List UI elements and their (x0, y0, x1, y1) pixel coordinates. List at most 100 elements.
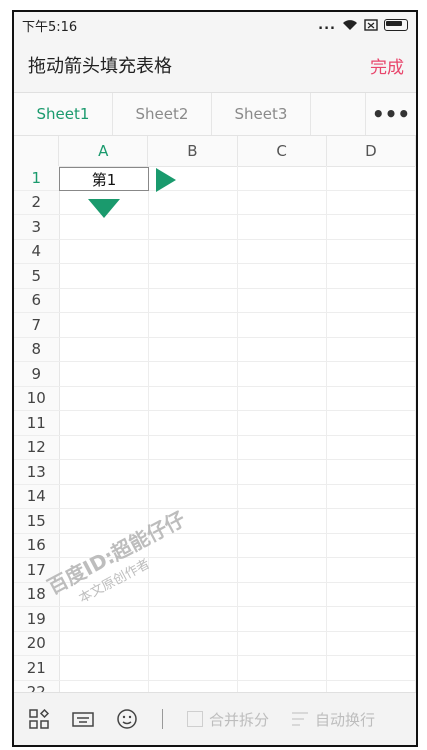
grid-cell[interactable] (238, 607, 327, 631)
grid-cell[interactable] (327, 533, 416, 557)
tab-sheet1[interactable]: Sheet1 (14, 93, 113, 135)
grid-cell[interactable] (327, 166, 416, 190)
grid-cell[interactable] (327, 582, 416, 606)
grid-cell[interactable] (149, 656, 238, 680)
grid-cell[interactable] (149, 411, 238, 435)
grid-cell[interactable] (238, 190, 327, 214)
grid-cell[interactable] (60, 509, 149, 533)
grid-cell[interactable] (327, 239, 416, 263)
row-header[interactable]: 1 (14, 166, 60, 190)
grid-cell[interactable] (327, 386, 416, 410)
row-header[interactable]: 13 (14, 460, 60, 484)
grid-cell[interactable] (327, 558, 416, 582)
spreadsheet-grid[interactable]: A B C D 1 2 3 4 5 6 7 8 9 10 11 12 13 14 15 16 17 18 19 20 2… (14, 136, 416, 696)
grid-cell[interactable] (60, 411, 149, 435)
grid-apps-icon[interactable] (28, 708, 50, 730)
grid-cell[interactable] (238, 631, 327, 655)
grid-cell[interactable] (327, 313, 416, 337)
row-header[interactable]: 10 (14, 386, 60, 410)
column-header-c[interactable]: C (238, 136, 327, 166)
grid-cell[interactable] (149, 288, 238, 312)
grid-cell[interactable] (327, 362, 416, 386)
grid-cell[interactable] (60, 215, 149, 239)
grid-cell[interactable] (327, 411, 416, 435)
row-header[interactable]: 16 (14, 533, 60, 557)
row-header[interactable]: 18 (14, 582, 60, 606)
grid-cell[interactable] (60, 288, 149, 312)
grid-cell[interactable] (149, 215, 238, 239)
grid-cell[interactable] (149, 509, 238, 533)
emoji-face-icon[interactable] (116, 708, 138, 730)
grid-cell[interactable] (327, 435, 416, 459)
grid-cell[interactable] (149, 313, 238, 337)
grid-cell[interactable] (149, 386, 238, 410)
grid-cell[interactable] (60, 460, 149, 484)
grid-cell[interactable] (238, 656, 327, 680)
grid-cell[interactable] (60, 607, 149, 631)
grid-cell[interactable] (60, 264, 149, 288)
row-header[interactable]: 14 (14, 484, 60, 508)
grid-cell[interactable] (327, 607, 416, 631)
grid-cell[interactable] (327, 631, 416, 655)
grid-cell[interactable] (60, 558, 149, 582)
grid-cell[interactable] (60, 435, 149, 459)
grid-cell[interactable] (327, 215, 416, 239)
merge-split-button[interactable]: 合并拆分 (187, 709, 269, 730)
grid-cell[interactable] (238, 337, 327, 361)
tab-sheet2[interactable]: Sheet2 (113, 93, 212, 135)
grid-cell[interactable] (238, 484, 327, 508)
grid-cell[interactable] (149, 190, 238, 214)
grid-cell[interactable] (60, 313, 149, 337)
grid-cell[interactable] (238, 509, 327, 533)
row-header[interactable]: 20 (14, 631, 60, 655)
grid-corner[interactable] (14, 136, 60, 166)
grid-cell[interactable] (149, 264, 238, 288)
grid-cell[interactable] (238, 288, 327, 312)
row-header[interactable]: 4 (14, 239, 60, 263)
row-header[interactable]: 2 (14, 190, 60, 214)
column-header-d[interactable]: D (327, 136, 416, 166)
grid-cell[interactable] (60, 631, 149, 655)
grid-cell[interactable] (60, 337, 149, 361)
grid-cell[interactable] (149, 239, 238, 263)
grid-cell[interactable] (238, 435, 327, 459)
done-button[interactable]: 完成 (370, 53, 404, 78)
grid-cell[interactable] (238, 582, 327, 606)
more-sheets-button[interactable]: ••• (366, 93, 416, 135)
grid-cell[interactable] (238, 362, 327, 386)
grid-cell[interactable] (327, 509, 416, 533)
grid-cell[interactable] (238, 558, 327, 582)
grid-cell[interactable] (238, 386, 327, 410)
grid-cell[interactable] (238, 533, 327, 557)
fill-down-arrow-icon[interactable] (88, 199, 120, 218)
grid-cell[interactable] (149, 337, 238, 361)
grid-cell[interactable] (149, 607, 238, 631)
grid-cell[interactable] (327, 484, 416, 508)
row-header[interactable]: 15 (14, 509, 60, 533)
grid-cell[interactable] (149, 484, 238, 508)
grid-cell[interactable] (60, 533, 149, 557)
grid-cell[interactable] (238, 460, 327, 484)
grid-cell[interactable] (327, 337, 416, 361)
grid-cell[interactable] (149, 460, 238, 484)
grid-cell[interactable] (149, 435, 238, 459)
row-header[interactable]: 7 (14, 313, 60, 337)
keyboard-icon[interactable] (72, 708, 94, 730)
tab-sheet3[interactable]: Sheet3 (212, 93, 311, 135)
fill-right-arrow-icon[interactable] (156, 168, 176, 192)
column-header-b[interactable]: B (148, 136, 238, 166)
wrap-text-button[interactable]: 自动换行 (291, 709, 375, 730)
row-header[interactable]: 17 (14, 558, 60, 582)
grid-cell[interactable] (149, 558, 238, 582)
grid-cell[interactable] (60, 484, 149, 508)
grid-cell[interactable] (60, 239, 149, 263)
selected-cell-a1[interactable]: 第1 (59, 167, 149, 191)
grid-cell[interactable] (327, 460, 416, 484)
grid-cell[interactable] (60, 582, 149, 606)
grid-cell[interactable] (60, 656, 149, 680)
row-header[interactable]: 9 (14, 362, 60, 386)
grid-cell[interactable] (149, 631, 238, 655)
grid-cell[interactable] (238, 239, 327, 263)
grid-cell[interactable] (327, 264, 416, 288)
row-header[interactable]: 19 (14, 607, 60, 631)
